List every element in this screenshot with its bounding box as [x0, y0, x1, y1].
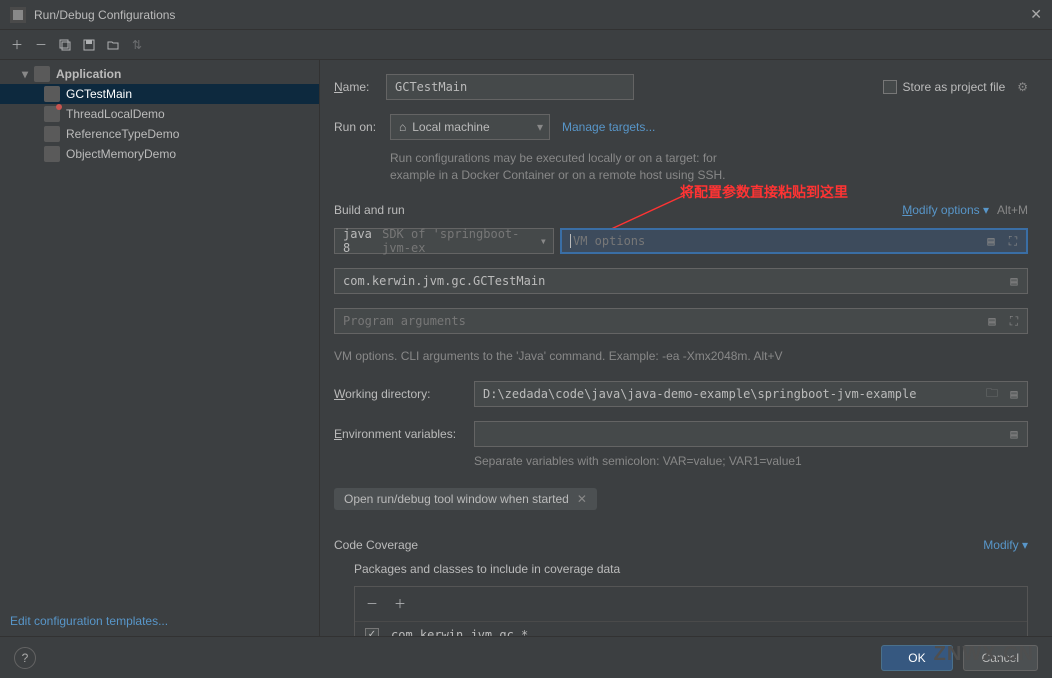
env-vars-hint: Separate variables with semicolon: VAR=v… — [474, 453, 1028, 470]
tree-item-objectmemorydemo[interactable]: ObjectMemoryDemo — [0, 144, 319, 164]
vm-options-input[interactable]: VM options ▤ ⛶ — [560, 228, 1028, 254]
config-tree: ▾ Application GCTestMain ThreadLocalDemo… — [0, 60, 320, 636]
close-chip-icon[interactable]: ✕ — [577, 492, 587, 506]
chevron-down-icon: ▾ — [537, 120, 543, 134]
gear-icon[interactable]: ⚙ — [1017, 80, 1028, 94]
java-icon — [44, 106, 60, 122]
folder-icon[interactable]: 🗀 — [983, 385, 1001, 403]
java-icon — [44, 126, 60, 142]
working-dir-input[interactable]: D:\zedada\code\java\java-demo-example\sp… — [474, 381, 1028, 407]
remove-config-button[interactable]: － — [30, 34, 52, 56]
run-on-combo[interactable]: ⌂ Local machine ▾ — [390, 114, 550, 140]
env-vars-input[interactable]: ▤ — [474, 421, 1028, 447]
coverage-add-button[interactable]: ＋ — [389, 593, 411, 615]
modify-options-shortcut: Alt+M — [997, 202, 1028, 219]
save-config-button[interactable] — [78, 34, 100, 56]
app-icon — [10, 7, 26, 23]
java-icon — [44, 86, 60, 102]
run-on-hint: Run configurations may be executed local… — [390, 150, 1028, 167]
tree-item-label: GCTestMain — [66, 87, 132, 101]
working-dir-label: Working directory: — [334, 387, 474, 401]
modify-options-link[interactable]: Modify options ▾ — [902, 203, 989, 217]
chevron-down-icon: ▾ — [22, 67, 34, 81]
java-icon — [44, 146, 60, 162]
coverage-subtitle: Packages and classes to include in cover… — [354, 562, 1028, 576]
ok-button[interactable]: OK — [881, 645, 952, 671]
expand-icon[interactable]: ▤ — [983, 312, 1001, 330]
fullscreen-icon[interactable]: ⛶ — [1005, 312, 1023, 330]
run-on-label: Run on: — [334, 120, 390, 134]
list-icon[interactable]: ▤ — [1005, 425, 1023, 443]
home-icon: ⌂ — [399, 120, 406, 134]
tree-item-threadlocaldemo[interactable]: ThreadLocalDemo — [0, 104, 319, 124]
vm-options-hint: VM options. CLI arguments to the 'Java' … — [334, 348, 1028, 365]
manage-targets-link[interactable]: Manage targets... — [562, 120, 655, 134]
run-on-hint2: example in a Docker Container or on a re… — [390, 167, 1028, 184]
coverage-modify-link[interactable]: Modify ▾ — [983, 538, 1028, 552]
help-button[interactable]: ? — [14, 647, 36, 669]
tree-item-gctestmain[interactable]: GCTestMain — [0, 84, 319, 104]
main-class-input[interactable]: com.kerwin.jvm.gc.GCTestMain ▤ — [334, 268, 1028, 294]
list-icon[interactable]: ▤ — [1005, 272, 1023, 290]
cancel-button[interactable]: Cancel — [963, 645, 1038, 671]
store-as-project-label: Store as project file — [903, 80, 1006, 94]
add-config-button[interactable]: ＋ — [6, 34, 28, 56]
sdk-combo[interactable]: java 8 SDK of 'springboot-jvm-ex ▾ — [334, 228, 554, 254]
copy-config-button[interactable] — [54, 34, 76, 56]
expand-icon[interactable]: ▤ — [982, 232, 1000, 250]
tree-item-label: ReferenceTypeDemo — [66, 127, 179, 141]
build-run-title: Build and run — [334, 203, 405, 217]
tree-node-label: Application — [56, 67, 121, 81]
store-as-project-checkbox[interactable] — [883, 80, 897, 94]
env-vars-label: Environment variables: — [334, 427, 474, 441]
dialog-title: Run/Debug Configurations — [34, 8, 1030, 22]
checkbox-icon[interactable]: ✓ — [365, 628, 379, 636]
tree-node-application[interactable]: ▾ Application — [0, 64, 319, 84]
annotation-text: 将配置参数直接粘贴到这里 — [680, 182, 848, 202]
application-icon — [34, 66, 50, 82]
main-panel: Name: Store as project file ⚙ Run on: ⌂ … — [320, 60, 1052, 636]
folder-config-button[interactable] — [102, 34, 124, 56]
name-input[interactable] — [386, 74, 634, 100]
edit-templates-link[interactable]: Edit configuration templates... — [10, 614, 168, 628]
close-icon[interactable]: ✕ — [1030, 6, 1042, 23]
fullscreen-icon[interactable]: ⛶ — [1004, 232, 1022, 250]
tree-item-label: ObjectMemoryDemo — [66, 147, 176, 161]
coverage-item[interactable]: ✓ com.kerwin.jvm.gc.* — [365, 628, 1017, 636]
list-icon[interactable]: ▤ — [1005, 385, 1023, 403]
open-tool-window-chip[interactable]: Open run/debug tool window when started … — [334, 488, 597, 510]
chevron-down-icon: ▾ — [540, 234, 547, 248]
coverage-remove-button[interactable]: － — [361, 593, 383, 615]
program-args-input[interactable]: Program arguments ▤ ⛶ — [334, 308, 1028, 334]
tree-item-label: ThreadLocalDemo — [66, 107, 165, 121]
sort-config-button[interactable]: ⇅ — [126, 34, 148, 56]
name-label: N — [334, 80, 343, 94]
coverage-title: Code Coverage — [334, 538, 418, 552]
tree-item-referencetypedemo[interactable]: ReferenceTypeDemo — [0, 124, 319, 144]
